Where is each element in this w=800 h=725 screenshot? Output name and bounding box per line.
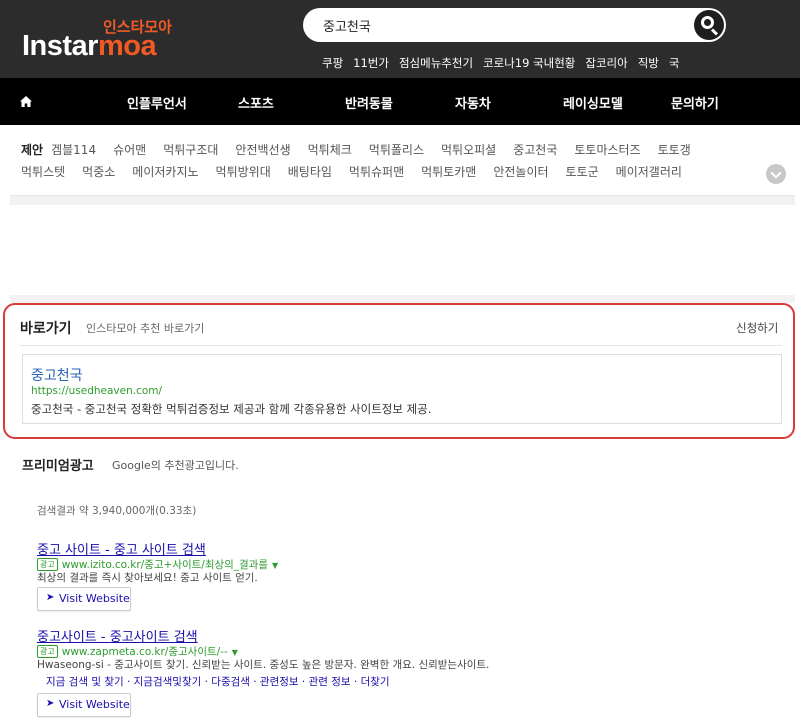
- suggest-item[interactable]: 배팅타임: [288, 165, 332, 179]
- logo-accent: moa: [97, 30, 157, 62]
- suggest-item[interactable]: 안전백선생: [235, 143, 290, 157]
- suggest-item[interactable]: 안전놀이터: [493, 165, 548, 179]
- suggest-item[interactable]: 먹튀폴리스: [369, 143, 424, 157]
- ad-title-link[interactable]: 중고사이트 - 중고사이트 검색: [37, 626, 198, 645]
- search-icon-handle: [710, 28, 719, 36]
- suggest-item[interactable]: 먹튀오피셜: [441, 143, 496, 157]
- home-icon[interactable]: [20, 96, 32, 107]
- search-button[interactable]: [694, 10, 724, 40]
- nav-item-cars[interactable]: 자동차: [455, 93, 491, 112]
- site-description: 중고천국 - 중고천국 정확한 먹튀검증정보 제공과 함께 각종유용한 사이트정…: [31, 402, 432, 416]
- suggest-item[interactable]: 먹튀스텟: [21, 165, 65, 179]
- suggest-item[interactable]: 토토갱: [658, 143, 691, 157]
- nav-item-sports[interactable]: 스포츠: [238, 93, 274, 112]
- ad-title-link[interactable]: 중고 사이트 - 중고 사이트 검색: [37, 539, 206, 558]
- suggest-item[interactable]: 토토마스터즈: [574, 143, 640, 157]
- quick-link-lunch[interactable]: 점심메뉴추천기: [399, 56, 473, 70]
- site-header: 인스타모아 Instarmoa 쿠팡 11번가 점심메뉴추천기 코로나19 국내현황 잡…: [0, 0, 800, 78]
- suggest-item[interactable]: 먹튀토카맨: [421, 165, 476, 179]
- quick-link-coupang[interactable]: 쿠팡: [322, 56, 343, 70]
- search-box: [303, 8, 726, 42]
- suggest-row-1: 제안 겜블114 슈어맨 먹튀구조대 안전백선생 먹튀체크 먹튀폴리스 먹튀오피셜 중고천국 토토…: [21, 141, 708, 158]
- ad-description: 최상의 결과를 즉시 찾아보세요! 중고 사이트 얻기.: [37, 572, 258, 584]
- ad-sitelinks[interactable]: 지금 검색 및 찾기 · 지금검색및찾기 · 다중검색 · 관련정보 · 관련 …: [46, 674, 390, 689]
- empty-ad-area: [10, 205, 795, 295]
- divider: [20, 345, 782, 346]
- suggest-item[interactable]: 먹튀방위대: [216, 165, 271, 179]
- quick-link-corona[interactable]: 코로나19 국내현황: [483, 56, 575, 70]
- suggest-item[interactable]: 메이저갤러리: [616, 165, 682, 179]
- premium-title: 프리미엄광고: [22, 459, 94, 474]
- quick-link-more[interactable]: 국: [669, 56, 680, 70]
- quick-links: 쿠팡 11번가 점심메뉴추천기 코로나19 국내현황 잡코리아 직방 국: [322, 52, 689, 70]
- suggest-item[interactable]: 토토군: [566, 165, 599, 179]
- site-url[interactable]: https://usedheaven.com/: [31, 385, 162, 397]
- quick-link-11st[interactable]: 11번가: [353, 56, 389, 70]
- visit-website-button[interactable]: ➤ Visit Website: [37, 693, 131, 717]
- nav-item-pets[interactable]: 반려동물: [345, 93, 393, 112]
- search-input[interactable]: [323, 8, 683, 42]
- visit-website-button[interactable]: ➤ Visit Website: [37, 587, 131, 611]
- logo-main: Instar: [22, 30, 98, 62]
- suggest-label: 제안: [21, 143, 44, 157]
- suggest-item[interactable]: 먹튀구조대: [163, 143, 218, 157]
- nav-item-racing-model[interactable]: 레이싱모델: [563, 93, 623, 112]
- site-name-link[interactable]: 중고천국: [31, 365, 83, 385]
- site-logo[interactable]: 인스타모아 Instarmoa: [22, 16, 172, 64]
- suggest-item[interactable]: 겜블114: [51, 143, 96, 157]
- suggest-item[interactable]: 슈어맨: [113, 143, 146, 157]
- nav-item-influencer[interactable]: 인플루언서: [127, 93, 187, 112]
- suggest-item[interactable]: 먹튀체크: [308, 143, 352, 157]
- arrow-right-icon: ➤: [46, 592, 55, 603]
- ad-description: Hwaseong-si - 중고사이트 찾기. 신뢰받는 사이트. 중성도 높은…: [37, 659, 490, 671]
- logo-english-text: Instarmoa: [22, 30, 157, 63]
- premium-subtitle: Google의 추천광고입니다.: [112, 459, 239, 472]
- suggest-item[interactable]: 메이저카지노: [132, 165, 198, 179]
- divider-band: [10, 295, 795, 303]
- search-icon: [701, 16, 714, 29]
- shortcut-subtitle: 인스타모아 추천 바로가기: [86, 322, 205, 335]
- suggest-panel: 제안 겜블114 슈어맨 먹튀구조대 안전백선생 먹튀체크 먹튀폴리스 먹튀오피셜 중고천국 토토…: [0, 125, 800, 195]
- apply-link[interactable]: 신청하기: [736, 320, 778, 336]
- suggest-item[interactable]: 먹중소: [82, 165, 115, 179]
- results-count: 검색결과 약 3,940,000개(0.33초): [37, 505, 197, 517]
- site-card[interactable]: 중고천국 https://usedheaven.com/ 중고천국 - 중고천국…: [22, 354, 782, 424]
- visit-website-label: Visit Website: [59, 698, 130, 711]
- visit-website-label: Visit Website: [59, 592, 130, 605]
- dropdown-arrow-icon[interactable]: ▼: [232, 648, 238, 657]
- nav-item-contact[interactable]: 문의하기: [671, 93, 719, 112]
- expand-suggest-button[interactable]: [766, 164, 786, 184]
- arrow-right-icon: ➤: [46, 698, 55, 709]
- main-nav: 인플루언서 스포츠 반려동물 자동차 레이싱모델 문의하기: [0, 78, 800, 125]
- quick-link-jobkorea[interactable]: 잡코리아: [585, 56, 627, 70]
- quick-link-zigbang[interactable]: 직방: [638, 56, 659, 70]
- suggest-item[interactable]: 중고천국: [513, 143, 557, 157]
- shortcut-title: 바로가기: [20, 321, 72, 337]
- dropdown-arrow-icon[interactable]: ▼: [272, 561, 278, 570]
- suggest-row-2: 먹튀스텟 먹중소 메이저카지노 먹튀방위대 배팅타임 먹튀슈퍼맨 먹튀토카맨 안전놀이터 토토군…: [21, 163, 699, 180]
- suggest-item[interactable]: 먹튀슈퍼맨: [349, 165, 404, 179]
